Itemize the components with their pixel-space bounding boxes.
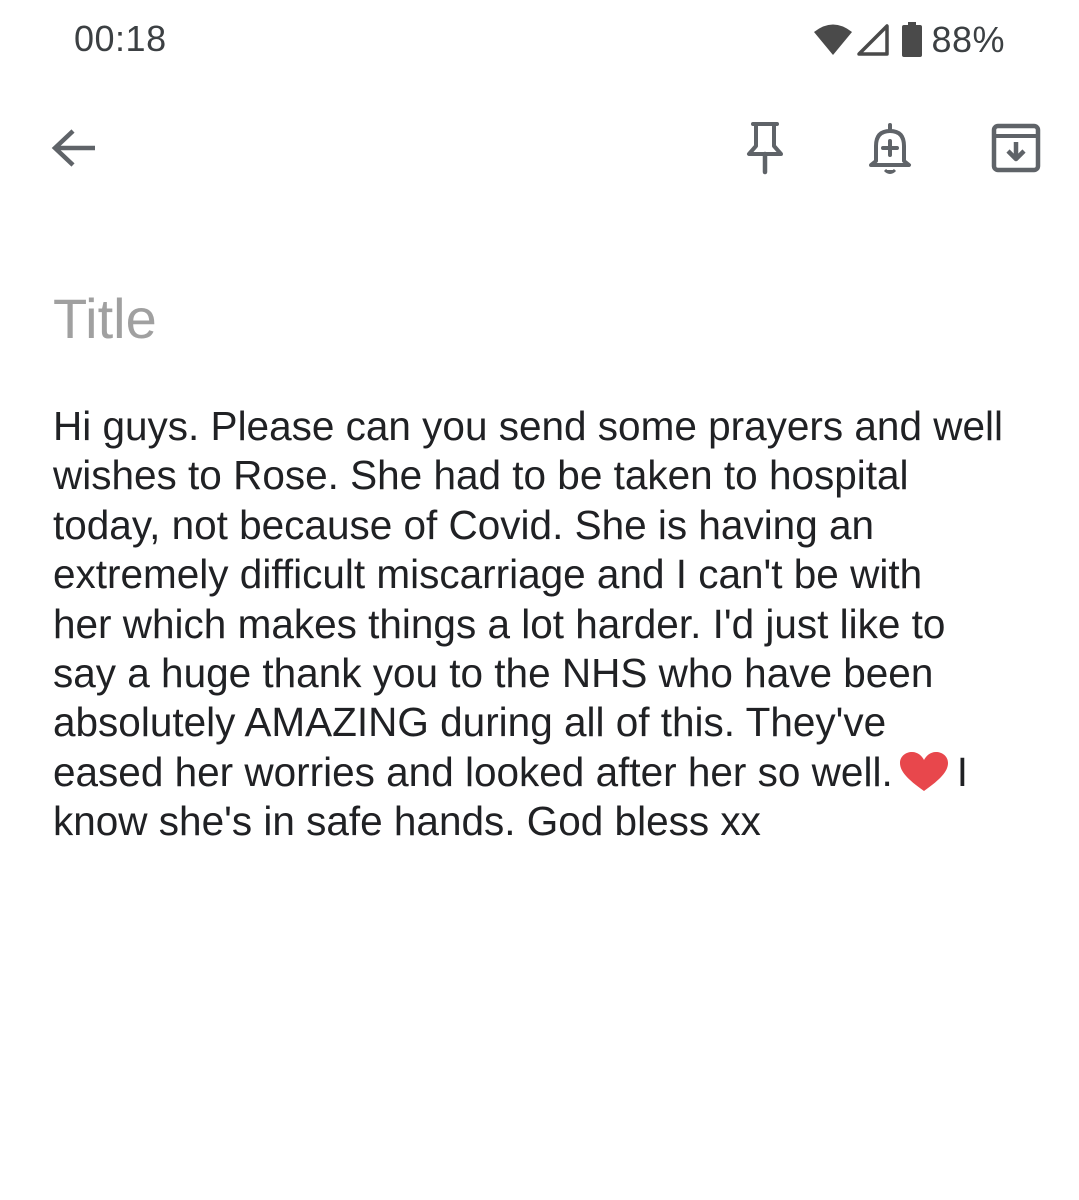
add-reminder-button[interactable]: [842, 100, 938, 196]
note-toolbar: [0, 100, 1079, 196]
note-body-text: I: [956, 748, 968, 795]
note-body-line: say a huge thank you to the NHS who have…: [53, 650, 934, 697]
archive-icon: [991, 123, 1041, 173]
battery-icon: [901, 22, 923, 58]
note-body-line: know she's in safe hands. God bless xx: [53, 798, 761, 845]
back-arrow-icon: [51, 128, 97, 168]
note-title-placeholder: Title: [53, 287, 157, 350]
status-bar: 00:18 88%: [0, 0, 1079, 80]
note-body-line: extremely difficult miscarriage and I ca…: [53, 551, 923, 598]
cell-signal-icon: [855, 23, 891, 57]
archive-button[interactable]: [968, 100, 1064, 196]
note-body-line: eased her worries and looked after her s…: [53, 748, 1038, 797]
add-reminder-icon: [868, 121, 912, 175]
status-icons: 88%: [813, 18, 1005, 62]
note-body-line: Hi guys. Please can you send some prayer…: [53, 403, 1003, 449]
note-title-field[interactable]: Title: [53, 284, 1033, 354]
note-body-field[interactable]: Hi guys. Please can you send some prayer…: [53, 402, 1038, 847]
note-body-line: wishes to Rose. She had to be taken to h…: [53, 452, 909, 499]
wifi-icon: [813, 23, 853, 57]
battery-percent: 88%: [931, 19, 1005, 60]
back-button[interactable]: [26, 100, 122, 196]
pin-icon: [745, 121, 785, 175]
note-body-line: today, not because of Covid. She is havi…: [53, 501, 875, 548]
note-body-line: her which makes things a lot harder. I'd…: [53, 600, 946, 647]
status-time: 00:18: [74, 18, 167, 59]
note-body-text: eased her worries and looked after her s…: [53, 748, 893, 795]
note-body-line: absolutely AMAZING during all of this. T…: [53, 699, 887, 746]
pin-button[interactable]: [717, 100, 813, 196]
red-heart-emoji-icon: [899, 751, 949, 792]
